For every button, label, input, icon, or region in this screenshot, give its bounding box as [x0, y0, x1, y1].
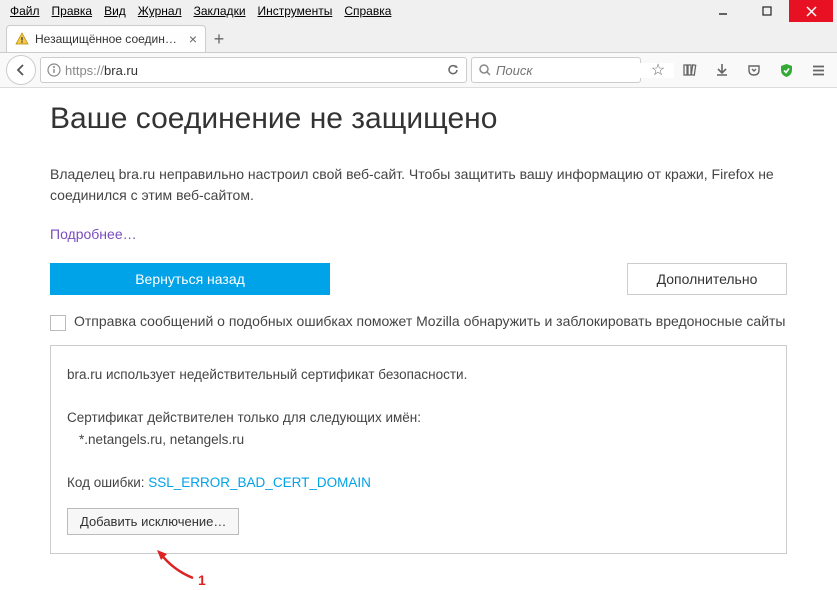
tab-title: Незащищённое соединени — [35, 32, 183, 46]
menu-bookmarks[interactable]: Закладки — [188, 2, 252, 20]
tab-close-icon[interactable]: × — [189, 31, 197, 47]
toolbar-icons: ☆ — [645, 57, 831, 83]
cert-line2: Сертификат действителен только для следу… — [67, 407, 770, 429]
report-checkbox-row: Отправка сообщений о подобных ошибках по… — [50, 313, 787, 331]
menu-history[interactable]: Журнал — [132, 2, 188, 20]
library-icon[interactable] — [677, 57, 703, 83]
info-icon[interactable] — [47, 63, 61, 77]
bookmark-star-icon[interactable]: ☆ — [645, 57, 671, 83]
cert-error-code-row: Код ошибки: SSL_ERROR_BAD_CERT_DOMAIN — [67, 472, 770, 494]
pocket-icon[interactable] — [741, 57, 767, 83]
downloads-icon[interactable] — [709, 57, 735, 83]
nav-toolbar: https://bra.ru ☆ — [0, 52, 837, 88]
cert-code-label: Код ошибки: — [67, 475, 148, 490]
window-controls — [701, 0, 833, 22]
search-icon — [478, 63, 492, 77]
menu-view[interactable]: Вид — [98, 2, 132, 20]
url-host: bra.ru — [104, 63, 138, 78]
warning-icon — [15, 32, 29, 46]
report-checkbox[interactable] — [50, 315, 66, 331]
menu-tools[interactable]: Инструменты — [252, 2, 339, 20]
menu-help[interactable]: Справка — [338, 2, 397, 20]
page-content: Ваше соединение не защищено Владелец bra… — [0, 88, 837, 590]
advanced-button[interactable]: Дополнительно — [627, 263, 787, 295]
url-bar[interactable]: https://bra.ru — [40, 57, 467, 83]
reload-icon[interactable] — [446, 63, 460, 77]
close-button[interactable] — [789, 0, 833, 22]
menu-file[interactable]: Файл — [4, 2, 46, 20]
cert-names: *.netangels.ru, netangels.ru — [67, 429, 770, 451]
back-button[interactable] — [6, 55, 36, 85]
hamburger-menu-icon[interactable] — [805, 57, 831, 83]
report-label: Отправка сообщений о подобных ошибках по… — [74, 313, 785, 329]
cert-error-code-link[interactable]: SSL_ERROR_BAD_CERT_DOMAIN — [148, 475, 371, 490]
annotation-number: 1 — [198, 572, 206, 588]
page-body-text: Владелец bra.ru неправильно настроил сво… — [50, 164, 787, 206]
search-bar[interactable] — [471, 57, 641, 83]
menubar: Файл Правка Вид Журнал Закладки Инструме… — [0, 0, 837, 22]
shield-icon[interactable] — [773, 57, 799, 83]
tab-strip: Незащищённое соединени × + — [0, 22, 837, 52]
url-input[interactable]: https://bra.ru — [65, 63, 442, 78]
certificate-panel: bra.ru использует недействительный серти… — [50, 345, 787, 554]
go-back-button[interactable]: Вернуться назад — [50, 263, 330, 295]
minimize-button[interactable] — [701, 0, 745, 22]
page-title: Ваше соединение не защищено — [50, 102, 787, 136]
cert-line1: bra.ru использует недействительный серти… — [67, 364, 770, 386]
menu-edit[interactable]: Правка — [46, 2, 99, 20]
browser-tab[interactable]: Незащищённое соединени × — [6, 25, 206, 52]
url-scheme: https:// — [65, 63, 104, 78]
learn-more-link[interactable]: Подробнее… — [50, 226, 137, 242]
add-exception-button[interactable]: Добавить исключение… — [67, 508, 239, 535]
button-row: Вернуться назад Дополнительно — [50, 263, 787, 295]
new-tab-button[interactable]: + — [206, 26, 232, 52]
maximize-button[interactable] — [745, 0, 789, 22]
